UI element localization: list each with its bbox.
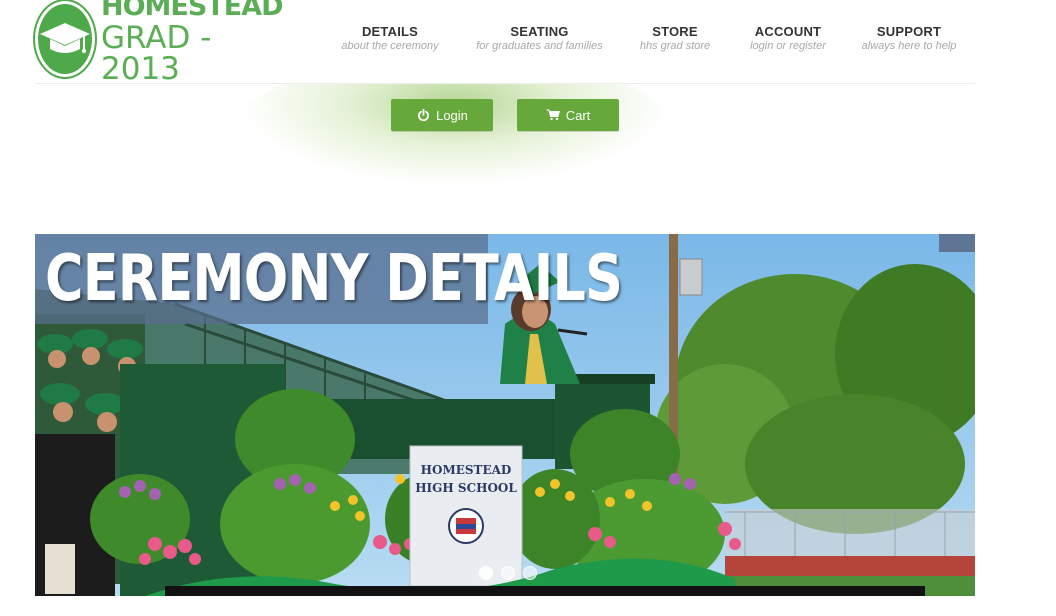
main-nav: DETAILS about the ceremony SEATING for g… bbox=[330, 24, 970, 64]
nav-title-store: STORE bbox=[652, 24, 698, 39]
cart-icon bbox=[546, 108, 560, 122]
nav-item-details[interactable]: DETAILS about the ceremony bbox=[330, 24, 450, 52]
nav-item-seating[interactable]: SEATING for graduates and families bbox=[472, 24, 607, 52]
nav-subtitle-support: always here to help bbox=[861, 40, 957, 52]
slider-pagination bbox=[479, 566, 537, 580]
nav-title-seating: SEATING bbox=[510, 24, 569, 39]
nav-item-store[interactable]: STORE hhs grad store bbox=[630, 24, 720, 52]
logo-badge bbox=[35, 1, 95, 77]
login-label: Login bbox=[436, 107, 468, 123]
nav-subtitle-details: about the ceremony bbox=[341, 40, 439, 52]
logo-text: HOMESTEAD GRAD - 2013 bbox=[101, 0, 283, 87]
nav-title-details: DETAILS bbox=[361, 24, 419, 39]
hero-title-panel: CEREMONY DETAILS bbox=[35, 234, 623, 324]
slider-dot-2[interactable] bbox=[501, 566, 515, 580]
slider-dot-3[interactable] bbox=[523, 566, 537, 580]
nav-item-support[interactable]: SUPPORT always here to help bbox=[854, 24, 964, 52]
cart-button[interactable]: Cart bbox=[517, 99, 619, 131]
power-icon bbox=[416, 108, 430, 122]
cart-label: Cart bbox=[565, 107, 591, 123]
banner-line-1: HOMESTEAD bbox=[421, 463, 512, 477]
site-logo[interactable]: HOMESTEAD GRAD - 2013 bbox=[35, 0, 283, 85]
nav-subtitle-account: login or register bbox=[750, 40, 826, 52]
hero-slider[interactable]: HOMESTEAD HIGH SCHOOL CEREMONY DETAILS bbox=[35, 234, 975, 596]
login-button[interactable]: Login bbox=[391, 99, 493, 131]
slider-dot-1[interactable] bbox=[479, 566, 493, 580]
hero-title: CEREMONY DETAILS bbox=[45, 242, 623, 316]
nav-subtitle-store: hhs grad store bbox=[639, 40, 711, 52]
slider-corner-tab[interactable] bbox=[939, 234, 975, 252]
nav-subtitle-seating: for graduates and families bbox=[476, 40, 603, 52]
logo-line-1: HOMESTEAD bbox=[101, 0, 283, 22]
nav-title-support: SUPPORT bbox=[876, 24, 942, 39]
graduation-cap-icon bbox=[40, 23, 90, 53]
logo-line-2: GRAD - 2013 bbox=[101, 20, 212, 87]
header-divider bbox=[35, 83, 975, 84]
nav-title-account: ACCOUNT bbox=[754, 24, 822, 39]
nav-item-account[interactable]: ACCOUNT login or register bbox=[738, 24, 838, 52]
banner-line-2: HIGH SCHOOL bbox=[415, 481, 517, 495]
